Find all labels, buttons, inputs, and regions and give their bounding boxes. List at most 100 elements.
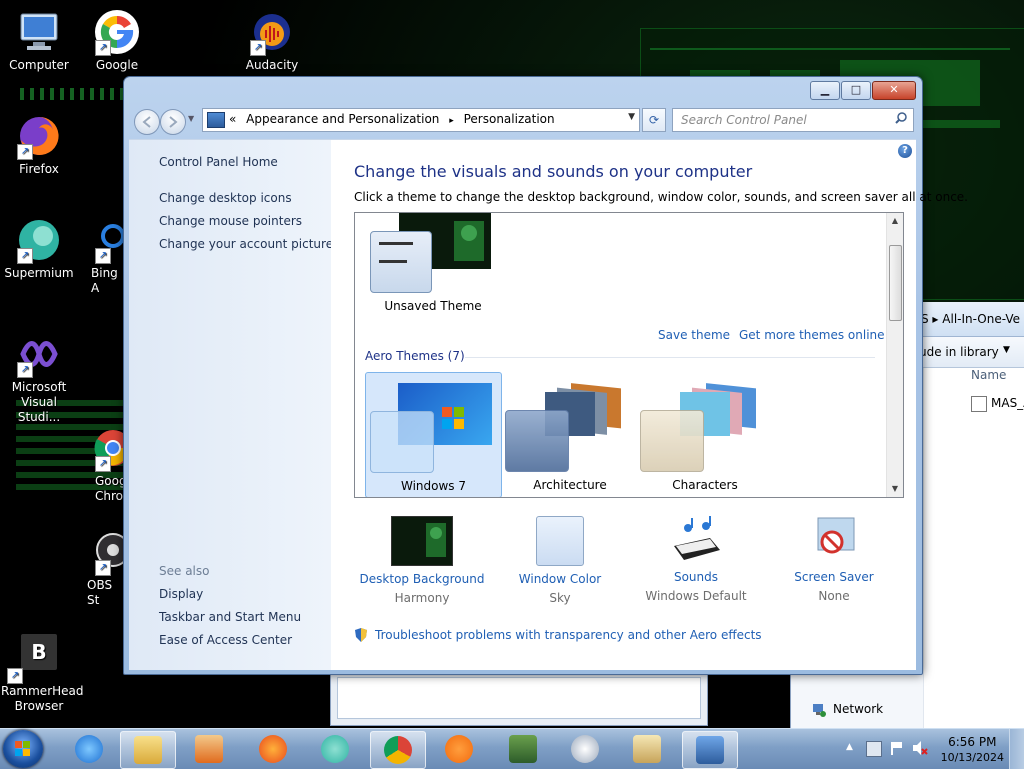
- sounds-link[interactable]: Sounds: [631, 570, 761, 584]
- taskbar-system-app[interactable]: [496, 731, 550, 767]
- close-button[interactable]: ✕: [872, 81, 916, 100]
- address-dropdown-icon[interactable]: ▼: [628, 112, 635, 122]
- maximize-icon: □: [850, 83, 862, 96]
- volume-muted-icon[interactable]: [912, 741, 928, 755]
- monitor-icon: [509, 735, 537, 763]
- help-button[interactable]: ?: [898, 144, 912, 158]
- include-in-library-button[interactable]: ude in library: [919, 345, 999, 359]
- task-pane: Control Panel Home Change desktop icons …: [129, 139, 333, 670]
- theme-label: Windows 7: [400, 479, 466, 493]
- taskbar-avast[interactable]: [432, 731, 486, 767]
- get-more-themes-link[interactable]: Get more themes online: [739, 328, 885, 342]
- taskbar-files-app[interactable]: [620, 731, 674, 767]
- window-color-value: Sky: [549, 591, 571, 605]
- desktop-icon-computer[interactable]: Computer: [1, 8, 77, 73]
- theme-list-scrollbar[interactable]: ▲ ▼: [886, 213, 903, 497]
- desktop-background-icon: [391, 516, 453, 566]
- address-bar[interactable]: « Appearance and Personalization ▸ Perso…: [202, 108, 640, 132]
- show-desktop-button[interactable]: [1009, 729, 1024, 769]
- maximize-button[interactable]: □: [841, 81, 871, 100]
- theme-preview-window: [640, 410, 704, 472]
- desktop-icon-rammerhead[interactable]: B ↗ RammerHead Browser: [1, 634, 84, 714]
- theme-preview-window: [370, 231, 432, 293]
- recent-pages-dropdown[interactable]: ▼: [188, 114, 194, 123]
- taskbar-clock-app[interactable]: [558, 731, 612, 767]
- theme-characters[interactable]: Characters: [640, 372, 770, 496]
- save-theme-link[interactable]: Save theme: [658, 328, 730, 342]
- clock[interactable]: 6:56 PM 10/13/2024: [941, 734, 1004, 766]
- scroll-down-icon[interactable]: ▼: [887, 481, 903, 497]
- sounds-setting[interactable]: Sounds Windows Default: [631, 516, 761, 603]
- theme-architecture[interactable]: Architecture: [505, 372, 635, 496]
- breadcrumb-personalization[interactable]: Personalization: [464, 112, 555, 126]
- search-icon: [895, 112, 907, 127]
- ease-of-access-link[interactable]: Ease of Access Center: [159, 633, 292, 647]
- taskbar-internet-explorer[interactable]: [62, 731, 116, 767]
- minimize-icon: ▁: [820, 83, 830, 96]
- network-icon: [811, 702, 827, 718]
- scroll-thumb[interactable]: [889, 245, 902, 321]
- window-color-setting[interactable]: Window Color Sky: [495, 516, 625, 605]
- sidebar-item-network[interactable]: Network: [833, 702, 883, 716]
- taskbar-media-player[interactable]: [182, 731, 236, 767]
- taskbar-explorer[interactable]: [120, 731, 176, 769]
- screen-saver-setting[interactable]: Screen Saver None: [769, 516, 899, 603]
- screen-saver-link[interactable]: Screen Saver: [769, 570, 899, 584]
- troubleshoot-link[interactable]: Troubleshoot problems with transparency …: [375, 628, 762, 642]
- scroll-up-icon[interactable]: ▲: [887, 213, 903, 229]
- breadcrumb-appearance[interactable]: Appearance and Personalization: [246, 112, 439, 126]
- control-panel-icon: [207, 112, 225, 128]
- control-panel-icon: [696, 736, 724, 764]
- desktop-icon-chrome[interactable]: ↗ Goog Chro: [79, 424, 125, 504]
- desktop-icon-label: Supermium: [4, 266, 74, 280]
- screen-saver-value: None: [818, 589, 850, 603]
- firefox-icon: ↗: [15, 112, 63, 160]
- desktop-icon-firefox[interactable]: ↗ Firefox: [1, 112, 77, 177]
- firefox-icon: [259, 735, 287, 763]
- start-button[interactable]: [3, 730, 43, 768]
- theme-list[interactable]: Unsaved Theme Save theme Get more themes…: [354, 212, 904, 498]
- list-item[interactable]: MAS_A: [991, 396, 1024, 410]
- taskbar-supermium[interactable]: [308, 731, 362, 767]
- taskbar-firefox[interactable]: [246, 731, 300, 767]
- shortcut-arrow-icon: ↗: [95, 40, 111, 56]
- shortcut-arrow-icon: ↗: [250, 40, 266, 56]
- back-button[interactable]: [134, 109, 160, 135]
- change-account-picture-link[interactable]: Change your account picture: [159, 237, 333, 251]
- action-center-flag-icon[interactable]: [890, 741, 904, 755]
- forward-button[interactable]: [160, 109, 186, 135]
- desktop-icon-google[interactable]: ↗ Google: [79, 8, 155, 73]
- search-input[interactable]: Search Control Panel: [672, 108, 914, 132]
- theme-windows-7[interactable]: Windows 7: [365, 372, 502, 497]
- desktop-icon-supermium[interactable]: ↗ Supermium: [1, 216, 77, 281]
- refresh-icon: ⟳: [648, 113, 660, 127]
- change-desktop-icons-link[interactable]: Change desktop icons: [159, 191, 292, 205]
- display-link[interactable]: Display: [159, 587, 203, 601]
- taskbar-chrome[interactable]: [370, 731, 426, 769]
- desktop-icon-obs[interactable]: ↗ OBS St: [79, 528, 125, 608]
- desktop-background-link[interactable]: Desktop Background: [357, 572, 487, 586]
- taskbar-start-menu-link[interactable]: Taskbar and Start Menu: [159, 610, 301, 624]
- desktop-background-setting[interactable]: Desktop Background Harmony: [357, 516, 487, 605]
- window-color-link[interactable]: Window Color: [495, 572, 625, 586]
- desktop-icon-audacity[interactable]: ↗ Audacity: [234, 8, 310, 73]
- network-tray-icon[interactable]: [866, 741, 882, 757]
- show-hidden-icons-button[interactable]: ▲: [846, 742, 853, 752]
- sounds-value: Windows Default: [645, 589, 747, 603]
- desktop-icon-bing[interactable]: ↗ Bing A: [79, 216, 125, 296]
- supermium-icon: [321, 735, 349, 763]
- breadcrumb-overflow-chevron[interactable]: «: [229, 112, 236, 126]
- breadcrumb-separator-icon[interactable]: ▸: [449, 116, 454, 126]
- taskbar-control-panel[interactable]: [682, 731, 738, 769]
- window-color-icon: [536, 516, 584, 566]
- column-header-name[interactable]: Name: [971, 368, 1006, 382]
- minimize-button[interactable]: ▁: [810, 81, 840, 100]
- control-panel-home-link[interactable]: Control Panel Home: [159, 155, 278, 169]
- theme-label: Architecture: [533, 478, 607, 492]
- change-mouse-pointers-link[interactable]: Change mouse pointers: [159, 214, 302, 228]
- desktop-icon-visual-studio[interactable]: ↗ Microsoft Visual Studi...: [1, 330, 77, 425]
- chrome-icon: [384, 736, 412, 764]
- personalization-window: ▁ □ ✕ ▼ « Appearance and Personalization…: [123, 76, 968, 675]
- refresh-button[interactable]: ⟳: [642, 108, 666, 132]
- taskbar: ▲ 6:56 PM 10/13/2024: [0, 728, 1024, 769]
